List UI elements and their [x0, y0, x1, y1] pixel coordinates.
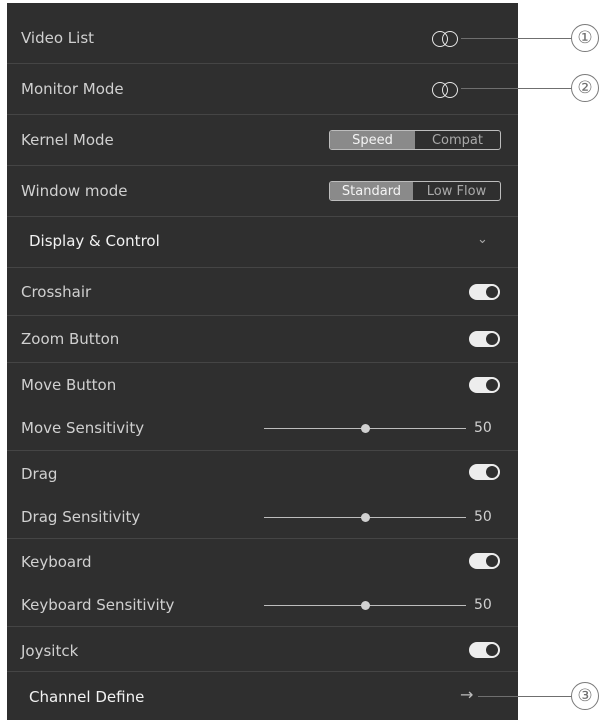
- arrow-right-icon[interactable]: →: [460, 685, 473, 704]
- row-drag: Drag Drag Sensitivity 50: [7, 451, 518, 538]
- row-window-mode: Window mode Standard Low Flow: [7, 166, 518, 216]
- keyboard-label: Keyboard: [21, 553, 92, 571]
- settings-panel: Video List Monitor Mode Kernel Mode Spee…: [7, 3, 518, 720]
- kernel-mode-label: Kernel Mode: [21, 131, 114, 149]
- monitor-mode-toggle[interactable]: [432, 82, 460, 98]
- row-move-button: Move Button Move Sensitivity 50: [7, 363, 518, 450]
- drag-label: Drag: [21, 465, 58, 483]
- row-kernel-mode: Kernel Mode Speed Compat: [7, 115, 518, 165]
- display-control-label: Display & Control: [29, 232, 160, 250]
- channel-define-label: Channel Define: [29, 688, 145, 706]
- zoom-button-label: Zoom Button: [21, 330, 120, 348]
- row-channel-define[interactable]: Channel Define →: [7, 672, 518, 720]
- drag-sensitivity-thumb[interactable]: [361, 513, 370, 522]
- row-keyboard: Keyboard Keyboard Sensitivity 50: [7, 539, 518, 626]
- video-list-toggle[interactable]: [432, 31, 460, 47]
- callout-leader-2: [461, 88, 572, 89]
- window-mode-label: Window mode: [21, 182, 128, 200]
- callout-leader-3: [478, 696, 572, 697]
- window-mode-segmented: Standard Low Flow: [329, 181, 501, 201]
- keyboard-sensitivity-value: 50: [474, 597, 492, 613]
- window-mode-standard-option[interactable]: Standard: [330, 182, 414, 200]
- move-button-toggle[interactable]: [469, 377, 500, 393]
- keyboard-sensitivity-label: Keyboard Sensitivity: [21, 596, 175, 614]
- move-button-label: Move Button: [21, 376, 117, 394]
- move-sensitivity-label: Move Sensitivity: [21, 419, 145, 437]
- move-sensitivity-thumb[interactable]: [361, 424, 370, 433]
- chevron-down-icon[interactable]: ⌄: [477, 232, 488, 247]
- keyboard-toggle[interactable]: [469, 553, 500, 569]
- drag-sensitivity-value: 50: [474, 509, 492, 525]
- drag-sensitivity-label: Drag Sensitivity: [21, 508, 141, 526]
- drag-toggle[interactable]: [469, 464, 500, 480]
- callout-marker-3: ③: [571, 682, 599, 710]
- kernel-mode-speed-option[interactable]: Speed: [330, 131, 415, 149]
- monitor-mode-label: Monitor Mode: [21, 80, 124, 98]
- row-joystick: Joysitck: [7, 627, 518, 671]
- callout-marker-1: ①: [571, 24, 599, 52]
- row-monitor-mode: Monitor Mode: [7, 64, 518, 114]
- row-crosshair: Crosshair: [7, 268, 518, 315]
- kernel-mode-compat-option[interactable]: Compat: [415, 131, 500, 149]
- kernel-mode-segmented: Speed Compat: [329, 130, 501, 150]
- zoom-button-toggle[interactable]: [469, 331, 500, 347]
- crosshair-toggle[interactable]: [469, 284, 500, 300]
- move-sensitivity-value: 50: [474, 420, 492, 436]
- keyboard-sensitivity-thumb[interactable]: [361, 601, 370, 610]
- window-mode-lowflow-option[interactable]: Low Flow: [413, 182, 500, 200]
- video-list-label: Video List: [21, 29, 95, 47]
- section-display-control[interactable]: Display & Control ⌄: [7, 217, 518, 267]
- row-video-list: Video List: [7, 3, 518, 63]
- callout-marker-2: ②: [571, 74, 599, 102]
- row-zoom-button: Zoom Button: [7, 316, 518, 362]
- joystick-toggle[interactable]: [469, 642, 500, 658]
- joystick-label: Joysitck: [21, 642, 79, 660]
- callout-leader-1: [461, 38, 572, 39]
- crosshair-label: Crosshair: [21, 283, 92, 301]
